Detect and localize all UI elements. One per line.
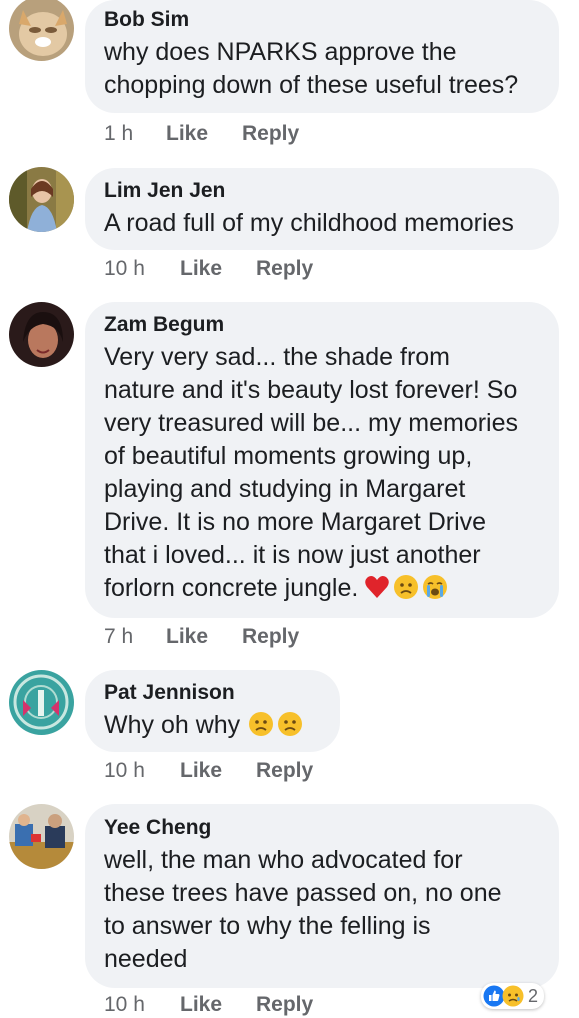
comment-text: Very very sad... the shade from nature a… [104,343,519,602]
comment-text: Why oh why [104,709,320,742]
comment-actions: 10 h Like Reply [104,758,313,784]
avatar[interactable] [9,302,74,367]
reaction-summary[interactable]: 2 [481,983,545,1009]
like-button[interactable]: Like [180,758,256,784]
comment-bubble: Pat Jennison Why oh why [85,670,340,752]
sad-face-icon [394,575,419,599]
like-button[interactable]: Like [180,256,256,282]
like-button[interactable]: Like [166,624,242,650]
comment-text: A road full of my childhood memories [104,209,514,237]
sad-face-icon [278,712,303,736]
timestamp[interactable]: 10 h [104,992,180,1018]
sad-face-icon [249,712,274,736]
comment-bubble: Bob Sim why does NPARKS approve the chop… [85,0,559,113]
reply-button[interactable]: Reply [256,993,313,1016]
avatar[interactable] [9,0,74,61]
author-name[interactable]: Zam Begum [104,312,539,338]
comment-actions: 10 h Like Reply [104,992,313,1018]
avatar[interactable] [9,804,74,869]
reply-button[interactable]: Reply [242,122,299,145]
comment-actions: 1 h Like Reply [104,121,299,147]
reply-button[interactable]: Reply [256,257,313,280]
comment-bubble: Lim Jen Jen A road full of my childhood … [85,168,559,250]
like-button[interactable]: Like [166,121,242,147]
comment-text: why does NPARKS approve the chopping dow… [104,38,519,99]
reaction-count: 2 [528,985,539,1006]
author-name[interactable]: Lim Jen Jen [104,178,539,204]
author-name[interactable]: Bob Sim [104,7,539,33]
reply-button[interactable]: Reply [242,625,299,648]
red-heart-icon [365,576,390,598]
comment-actions: 10 h Like Reply [104,256,313,282]
avatar[interactable] [9,670,74,735]
timestamp[interactable]: 10 h [104,758,180,784]
timestamp[interactable]: 1 h [104,121,166,147]
comment-actions: 7 h Like Reply [104,624,299,650]
comment-text: well, the man who advocated for these tr… [104,846,502,973]
avatar[interactable] [9,167,74,232]
author-name[interactable]: Pat Jennison [104,680,320,706]
timestamp[interactable]: 7 h [104,624,166,650]
author-name[interactable]: Yee Cheng [104,815,539,841]
comment-bubble: Zam Begum Very very sad... the shade fro… [85,302,559,618]
comment-bubble: Yee Cheng well, the man who advocated fo… [85,804,559,988]
crying-face-icon [423,575,448,599]
like-button[interactable]: Like [180,992,256,1018]
sad-icon [502,985,524,1007]
reply-button[interactable]: Reply [256,759,313,782]
timestamp[interactable]: 10 h [104,256,180,282]
